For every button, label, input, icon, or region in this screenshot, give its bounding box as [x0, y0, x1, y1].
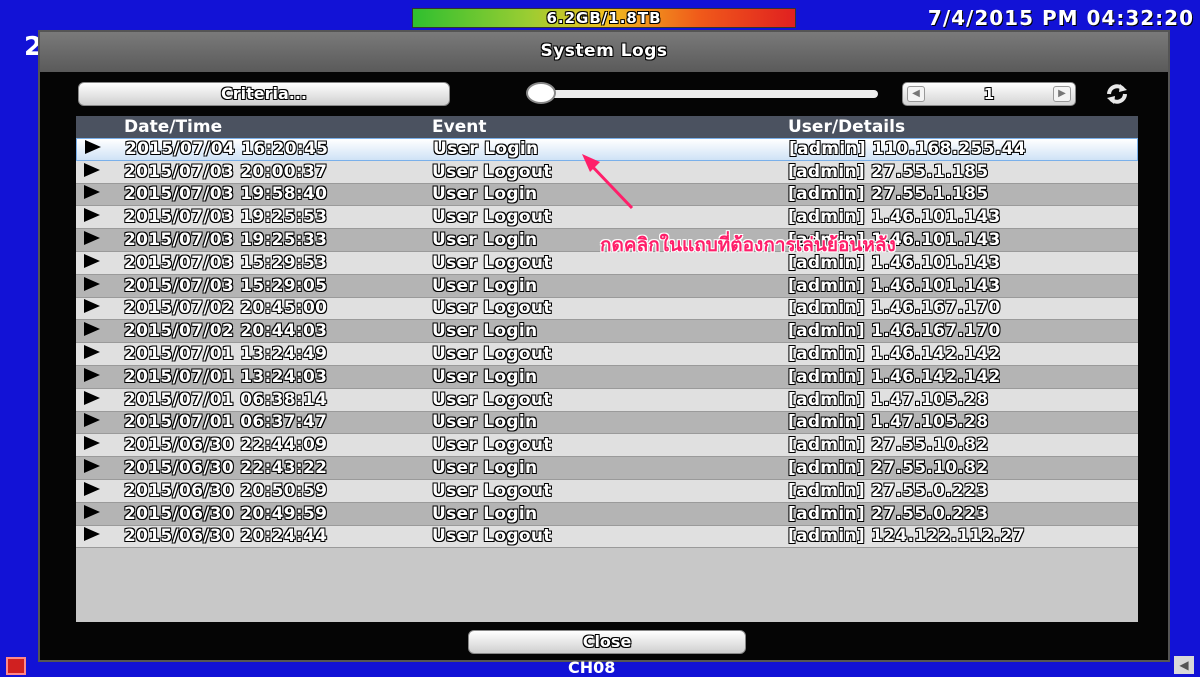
log-user-cell: [admin] 1.46.167.170	[788, 321, 1001, 342]
play-icon[interactable]	[84, 413, 100, 428]
log-event-cell: User Login	[432, 458, 538, 479]
play-icon[interactable]	[84, 345, 100, 360]
log-event-cell: User Logout	[432, 298, 552, 319]
table-header: Date/Time Event User/Details	[76, 116, 1138, 138]
log-date-cell: 2015/07/01 06:38:14	[124, 389, 328, 410]
table-row[interactable]: 2015/07/01 13:24:49 User Logout [admin] 1.…	[76, 343, 1138, 366]
log-date-cell: 2015/07/01 13:24:03	[124, 366, 328, 387]
play-icon[interactable]	[84, 459, 100, 474]
log-event-cell: User Logout	[432, 526, 552, 547]
log-date-cell: 2015/07/03 15:29:53	[124, 252, 328, 273]
slider-track[interactable]	[528, 90, 878, 98]
play-icon[interactable]	[84, 231, 100, 246]
log-user-cell: [admin] 1.46.142.142	[788, 344, 1001, 365]
log-user-cell: [admin] 27.55.10.82	[788, 435, 989, 456]
log-user-cell: [admin] 1.46.101.143	[788, 275, 1001, 296]
column-header-date: Date/Time	[124, 117, 223, 137]
table-row[interactable]: 2015/07/02 20:45:00 User Logout [admin] 1.…	[76, 297, 1138, 321]
log-user-cell: [admin] 124.122.112.27	[788, 526, 1025, 547]
play-icon[interactable]	[84, 367, 100, 382]
log-date-cell: 2015/06/30 22:43:22	[124, 458, 328, 479]
play-icon[interactable]	[84, 299, 100, 314]
table-row[interactable]: 2015/07/01 13:24:03 User Login [admin] 1.4…	[76, 365, 1138, 389]
table-row[interactable]: 2015/07/01 06:38:14 User Logout [admin] 1.…	[76, 388, 1138, 412]
table-row[interactable]: 2015/07/02 20:44:03 User Login [admin] 1.4…	[76, 320, 1138, 344]
annotation-arrow-icon	[582, 154, 634, 210]
log-user-cell: [admin] 1.46.167.170	[788, 298, 1001, 319]
log-user-cell: [admin] 1.47.105.28	[788, 412, 989, 433]
close-button[interactable]: Close	[468, 630, 746, 654]
log-event-cell: User Logout	[432, 389, 552, 410]
log-date-cell: 2015/06/30 20:49:59	[124, 503, 328, 524]
table-row[interactable]: 2015/07/03 15:29:05 User Login [admin] 1.4…	[76, 274, 1138, 298]
table-row[interactable]: 2015/06/30 20:50:59 User Logout [admin] 27…	[76, 479, 1138, 503]
log-date-cell: 2015/06/30 20:24:44	[124, 526, 328, 547]
column-header-user: User/Details	[788, 117, 906, 137]
play-icon[interactable]	[84, 390, 100, 405]
log-date-cell: 2015/06/30 20:50:59	[124, 480, 328, 501]
system-logs-dialog: System Logs Criteria... ◀ 1 ▶ Date/Time …	[38, 30, 1170, 662]
log-date-cell: 2015/07/01 13:24:49	[124, 344, 328, 365]
next-page-button[interactable]: ▶	[1053, 86, 1071, 102]
play-icon[interactable]	[84, 208, 100, 223]
log-date-cell: 2015/07/03 20:00:37	[124, 161, 328, 182]
column-header-event: Event	[432, 117, 487, 137]
play-icon[interactable]	[84, 253, 100, 268]
log-date-cell: 2015/07/03 19:58:40	[124, 184, 328, 205]
criteria-button[interactable]: Criteria...	[78, 82, 450, 106]
refresh-icon[interactable]	[1104, 81, 1130, 107]
log-date-cell: 2015/07/03 19:25:53	[124, 207, 328, 228]
page-selector: ◀ 1 ▶	[902, 82, 1076, 106]
annotation-text: กดคลิกในแถบที่ต้องการเล่นย้อนหลัง	[600, 234, 896, 256]
page-number: 1	[983, 85, 995, 103]
speaker-icon[interactable]: ◀	[1174, 656, 1194, 674]
play-icon[interactable]	[84, 162, 100, 177]
log-user-cell: [admin] 27.55.0.223	[788, 480, 989, 501]
dialog-title: System Logs	[40, 32, 1168, 72]
log-event-cell: User Login	[432, 366, 538, 387]
log-user-cell: [admin] 27.55.0.223	[788, 503, 989, 524]
play-icon[interactable]	[84, 504, 100, 519]
prev-page-button[interactable]: ◀	[907, 86, 925, 102]
log-date-cell: 2015/07/01 06:37:47	[124, 412, 328, 433]
log-user-cell: [admin] 1.46.101.143	[788, 207, 1001, 228]
play-icon[interactable]	[84, 322, 100, 337]
play-icon[interactable]	[84, 276, 100, 291]
play-icon[interactable]	[84, 185, 100, 200]
play-icon[interactable]	[84, 481, 100, 496]
log-user-cell: [admin] 27.55.1.185	[788, 184, 989, 205]
datetime-display: 7/4/2015 PM 04:32:20	[927, 6, 1194, 30]
play-icon[interactable]	[84, 527, 100, 542]
log-user-cell: [admin] 27.55.1.185	[788, 161, 989, 182]
storage-usage-bar: 6.2GB/1.8TB	[412, 8, 796, 28]
log-event-cell: User Login	[432, 503, 538, 524]
table-row[interactable]: 2015/06/30 22:43:22 User Login [admin] 27.…	[76, 457, 1138, 480]
play-icon[interactable]	[84, 436, 100, 451]
film-icon[interactable]	[6, 657, 26, 675]
log-event-cell: User Login	[432, 275, 538, 296]
channel-label: CH08	[568, 658, 616, 677]
play-icon[interactable]	[85, 140, 101, 155]
log-date-cell: 2015/07/03 15:29:05	[124, 275, 328, 296]
log-user-cell: [admin] 1.46.142.142	[788, 366, 1001, 387]
log-event-cell: User Logout	[432, 480, 552, 501]
log-event-cell: User Logout	[432, 344, 552, 365]
table-row[interactable]: 2015/06/30 22:44:09 User Logout [admin] 27…	[76, 434, 1138, 458]
log-user-cell: [admin] 1.47.105.28	[788, 389, 989, 410]
log-event-cell: User Login	[432, 321, 538, 342]
log-user-cell: [admin] 27.55.10.82	[788, 458, 989, 479]
log-date-cell: 2015/07/02 20:45:00	[124, 298, 328, 319]
log-user-cell: [admin] 110.168.255.44	[789, 139, 1026, 160]
log-date-cell: 2015/07/02 20:44:03	[124, 321, 328, 342]
log-event-cell: User Logout	[432, 435, 552, 456]
slider-handle[interactable]	[526, 82, 556, 104]
log-date-cell: 2015/06/30 22:44:09	[124, 435, 328, 456]
table-row[interactable]: 2015/06/30 20:24:44 User Logout [admin] 12…	[76, 525, 1138, 549]
table-row[interactable]: 2015/06/30 20:49:59 User Login [admin] 27.…	[76, 502, 1138, 526]
log-date-cell: 2015/07/04 16:20:45	[125, 139, 329, 160]
log-date-cell: 2015/07/03 19:25:33	[124, 230, 328, 251]
table-row[interactable]: 2015/07/01 06:37:47 User Login [admin] 1.4…	[76, 411, 1138, 435]
log-event-cell: User Login	[432, 412, 538, 433]
